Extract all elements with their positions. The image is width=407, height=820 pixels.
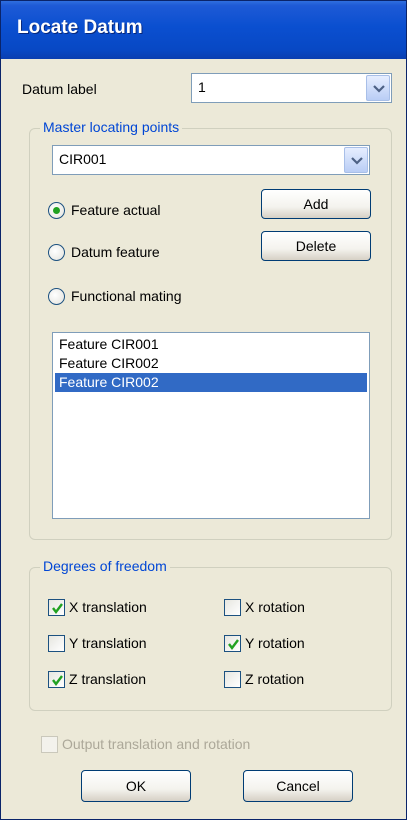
list-item[interactable]: Feature CIR002 (55, 354, 367, 373)
checkbox-z-translation[interactable]: Z translation (48, 670, 208, 690)
master-points-value: CIR001 (59, 151, 107, 167)
locate-datum-dialog: Locate Datum Datum label 1 Master locati… (0, 0, 407, 820)
checkbox-x-rotation[interactable]: X rotation (224, 598, 364, 618)
checkbox-box (224, 671, 241, 688)
list-item-selected[interactable]: Feature CIR002 (55, 373, 367, 392)
master-group-title: Master locating points (40, 119, 183, 135)
checkbox-box (48, 671, 65, 688)
radio-circle (48, 288, 65, 305)
cancel-button-label: Cancel (276, 778, 320, 794)
add-button[interactable]: Add (261, 189, 371, 219)
checkbox-box (224, 635, 241, 652)
radio-feature-actual[interactable]: Feature actual (48, 201, 228, 221)
output-translation-rotation-label: Output translation and rotation (62, 736, 251, 752)
checkmark-icon (52, 603, 63, 614)
title-bar[interactable]: Locate Datum (1, 1, 406, 59)
chevron-down-icon (351, 157, 363, 165)
window-title: Locate Datum (17, 17, 143, 38)
checkbox-box (48, 599, 65, 616)
checkbox-y-translation[interactable]: Y translation (48, 634, 208, 654)
x-rotation-label: X rotation (245, 599, 305, 615)
y-translation-label: Y translation (69, 635, 147, 651)
dof-group-title: Degrees of freedom (40, 558, 170, 574)
dialog-body: Datum label 1 Master locating points CIR… (1, 59, 406, 819)
master-points-dropdown-button[interactable] (344, 147, 368, 173)
chevron-down-icon (373, 85, 385, 93)
z-translation-label: Z translation (69, 671, 147, 687)
radio-functional-mating[interactable]: Functional mating (48, 287, 248, 307)
list-item[interactable]: Feature CIR001 (55, 335, 367, 354)
checkbox-box (48, 635, 65, 652)
x-translation-label: X translation (69, 599, 147, 615)
ok-button[interactable]: OK (81, 770, 191, 802)
ok-button-label: OK (125, 778, 147, 794)
checkbox-z-rotation[interactable]: Z rotation (224, 670, 364, 690)
master-locating-points-group: Master locating points CIR001 Feature ac… (29, 119, 392, 540)
radio-functional-mating-label: Functional mating (71, 288, 182, 304)
z-rotation-label: Z rotation (245, 671, 305, 687)
radio-circle (48, 244, 65, 261)
checkbox-box (224, 599, 241, 616)
add-button-label: Add (303, 196, 329, 212)
checkbox-y-rotation[interactable]: Y rotation (224, 634, 364, 654)
degrees-of-freedom-group: Degrees of freedom X translation Y trans… (29, 558, 392, 711)
cancel-button[interactable]: Cancel (243, 770, 353, 802)
checkmark-icon (228, 639, 239, 650)
radio-datum-feature-label: Datum feature (71, 244, 160, 260)
radio-datum-feature[interactable]: Datum feature (48, 243, 228, 263)
checkbox-x-translation[interactable]: X translation (48, 598, 208, 618)
feature-listbox[interactable]: Feature CIR001 Feature CIR002 Feature CI… (52, 332, 370, 519)
datum-label-text: Datum label (22, 81, 97, 97)
y-rotation-label: Y rotation (245, 635, 305, 651)
datum-label-dropdown-button[interactable] (366, 75, 390, 101)
checkbox-box (41, 736, 58, 753)
delete-button[interactable]: Delete (261, 231, 371, 261)
delete-button-label: Delete (295, 238, 337, 254)
radio-circle (48, 202, 65, 219)
checkmark-icon (52, 675, 63, 686)
master-points-select[interactable]: CIR001 (52, 145, 370, 175)
radio-selected-dot (53, 207, 60, 214)
radio-feature-actual-label: Feature actual (71, 202, 161, 218)
checkbox-output-translation-rotation[interactable]: Output translation and rotation (41, 735, 301, 755)
datum-label-value: 1 (198, 79, 206, 95)
datum-label-select[interactable]: 1 (191, 73, 392, 103)
